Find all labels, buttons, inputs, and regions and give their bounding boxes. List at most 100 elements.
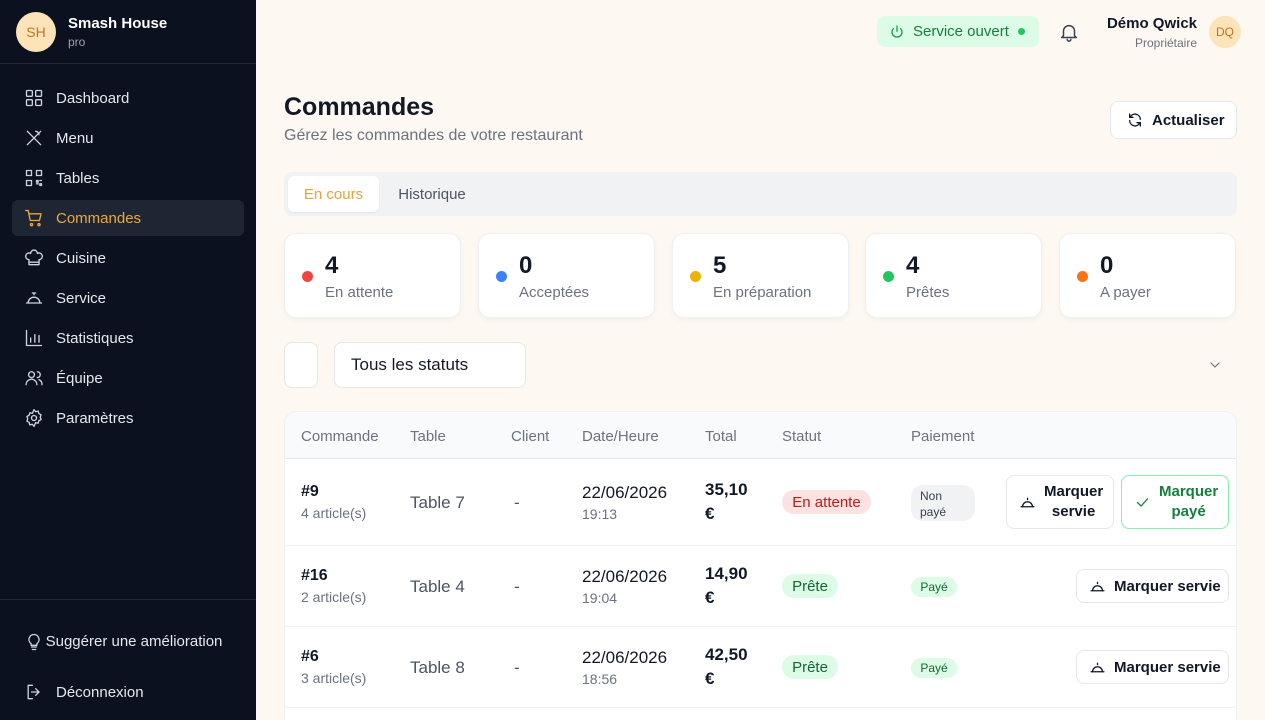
dashboard-icon [25, 89, 43, 107]
refresh-icon [1129, 113, 1141, 127]
bell-icon [1060, 24, 1078, 42]
mark-served-button[interactable]: Marquer servie [1076, 650, 1229, 684]
users-icon [25, 371, 43, 386]
stat-dot [883, 271, 894, 282]
order-client: - [514, 493, 520, 512]
stat-value: 5 [713, 252, 727, 279]
power-icon [891, 24, 903, 38]
column-header: Table [410, 428, 446, 445]
stat-dot [690, 271, 701, 282]
sidebar-item-label: Service [56, 289, 107, 307]
stat-card-pretes: 4 Prêtes [865, 233, 1042, 318]
sidebar-item-equipe[interactable]: Équipe [12, 360, 244, 396]
bar-chart-icon [25, 329, 43, 347]
order-total: 42,50 [705, 645, 748, 664]
stat-label: En attente [325, 284, 394, 301]
stat-value: 0 [1100, 252, 1114, 279]
brand-avatar: SH [16, 11, 56, 52]
search-input[interactable] [284, 342, 318, 388]
stat-label: Prêtes [906, 284, 950, 301]
sidebar-item-commandes[interactable]: Commandes [12, 200, 244, 236]
status-badge: Prête [782, 655, 838, 679]
order-client: - [514, 658, 520, 677]
user-info[interactable]: Démo Qwick Propriétaire [1107, 15, 1197, 50]
cloche-icon [1020, 497, 1035, 507]
logout-icon [27, 684, 40, 700]
column-header: Date/Heure [582, 428, 659, 445]
order-items: 4 article(s) [301, 505, 367, 521]
column-header: Commande [301, 428, 379, 445]
sidebar-item-label: Paramètres [56, 409, 134, 427]
refresh-button[interactable]: Actualiser [1110, 101, 1237, 139]
stat-value: 4 [325, 252, 339, 279]
mark-served-button[interactable]: Marquer servie [1076, 569, 1229, 603]
sidebar-nav: Dashboard Menu Tables Commandes Cuisine … [0, 64, 256, 436]
lightbulb-icon [28, 633, 40, 651]
sidebar-item-menu[interactable]: Menu [12, 120, 244, 156]
order-date: 22/06/2026 [582, 567, 668, 586]
orders-table: Commande Table Client Date/Heure Total S… [284, 411, 1237, 720]
sidebar-item-label: Tables [56, 169, 100, 187]
cart-icon [25, 209, 42, 227]
order-time: 19:04 [582, 590, 618, 606]
status-badge: Prête [782, 574, 838, 598]
chevron-down-icon[interactable] [1207, 357, 1223, 373]
suggest-improvement-label: Suggérer une amélioration [45, 633, 223, 650]
order-total: 14,90 [705, 564, 748, 583]
sidebar-item-parametres[interactable]: Paramètres [12, 400, 244, 436]
sidebar-item-statistiques[interactable]: Statistiques [12, 320, 244, 356]
mark-paid-line2: payé [1171, 503, 1206, 520]
sidebar-item-tables[interactable]: Tables [12, 160, 244, 196]
payment-badge-line1: Non [920, 489, 943, 503]
order-table: Table 4 [410, 577, 465, 596]
sidebar: SH Smash House pro Dashboard Menu Tables… [0, 0, 256, 720]
stat-card-en-attente: 4 En attente [284, 233, 461, 318]
suggest-improvement-button[interactable]: Suggérer une amélioration [12, 612, 244, 672]
mark-served-line2: servie [1051, 503, 1096, 520]
stat-card-acceptees: 0 Acceptées [478, 233, 655, 318]
order-total: 35,10 [705, 480, 748, 499]
stat-card-a-payer: 0 A payer [1059, 233, 1236, 318]
sidebar-item-cuisine[interactable]: Cuisine [12, 240, 244, 276]
gear-icon [26, 409, 42, 427]
service-status-toggle[interactable]: Service ouvert [877, 16, 1039, 47]
order-id: #9 [301, 483, 319, 500]
tab-historique[interactable]: Historique [387, 176, 477, 212]
column-header: Statut [782, 428, 822, 445]
stat-value: 0 [519, 252, 533, 279]
orders-tabs: En cours Historique [284, 172, 1237, 216]
mark-served-label: Marquer servie [1114, 577, 1221, 595]
cloche-icon [1090, 581, 1105, 591]
sidebar-item-dashboard[interactable]: Dashboard [12, 80, 244, 116]
tab-en-cours[interactable]: En cours [288, 176, 379, 212]
table-row[interactable]: #16 2 article(s) Table 4 - 22/06/2026 19… [285, 546, 1236, 627]
order-client: - [514, 577, 520, 596]
mark-served-button[interactable]: Marquer servie [1006, 475, 1114, 529]
status-badge: En attente [782, 490, 871, 514]
sidebar-item-label: Dashboard [56, 89, 130, 107]
table-row[interactable]: #9 4 article(s) Table 7 - 22/06/2026 19:… [285, 459, 1236, 546]
stat-label: Acceptées [519, 284, 590, 301]
order-id: #6 [301, 648, 319, 665]
cloche-icon [25, 292, 43, 304]
sidebar-item-label: Cuisine [56, 249, 107, 267]
payment-badge: Payé [911, 577, 957, 597]
service-status-label: Service ouvert [913, 23, 1009, 40]
order-date: 22/06/2026 [582, 483, 668, 502]
status-filter-select[interactable]: Tous les statuts [334, 342, 526, 388]
refresh-label: Actualiser [1152, 111, 1225, 129]
sidebar-item-service[interactable]: Service [12, 280, 244, 316]
mark-paid-button[interactable]: Marquer payé [1121, 475, 1229, 529]
mark-served-line1: Marquer [1044, 483, 1104, 500]
page-title: Commandes [284, 93, 435, 121]
logout-button[interactable]: Déconnexion [12, 674, 244, 710]
notifications-button[interactable] [1058, 21, 1080, 43]
mark-served-label: Marquer servie [1114, 658, 1221, 676]
order-table: Table 8 [410, 658, 465, 677]
table-row[interactable]: #6 3 article(s) Table 8 - 22/06/2026 18:… [285, 627, 1236, 708]
user-avatar[interactable]: DQ [1209, 16, 1241, 48]
order-items: 2 article(s) [301, 589, 367, 605]
utensils-icon [26, 130, 42, 146]
service-status-dot [1017, 28, 1025, 35]
stat-dot [496, 271, 507, 282]
